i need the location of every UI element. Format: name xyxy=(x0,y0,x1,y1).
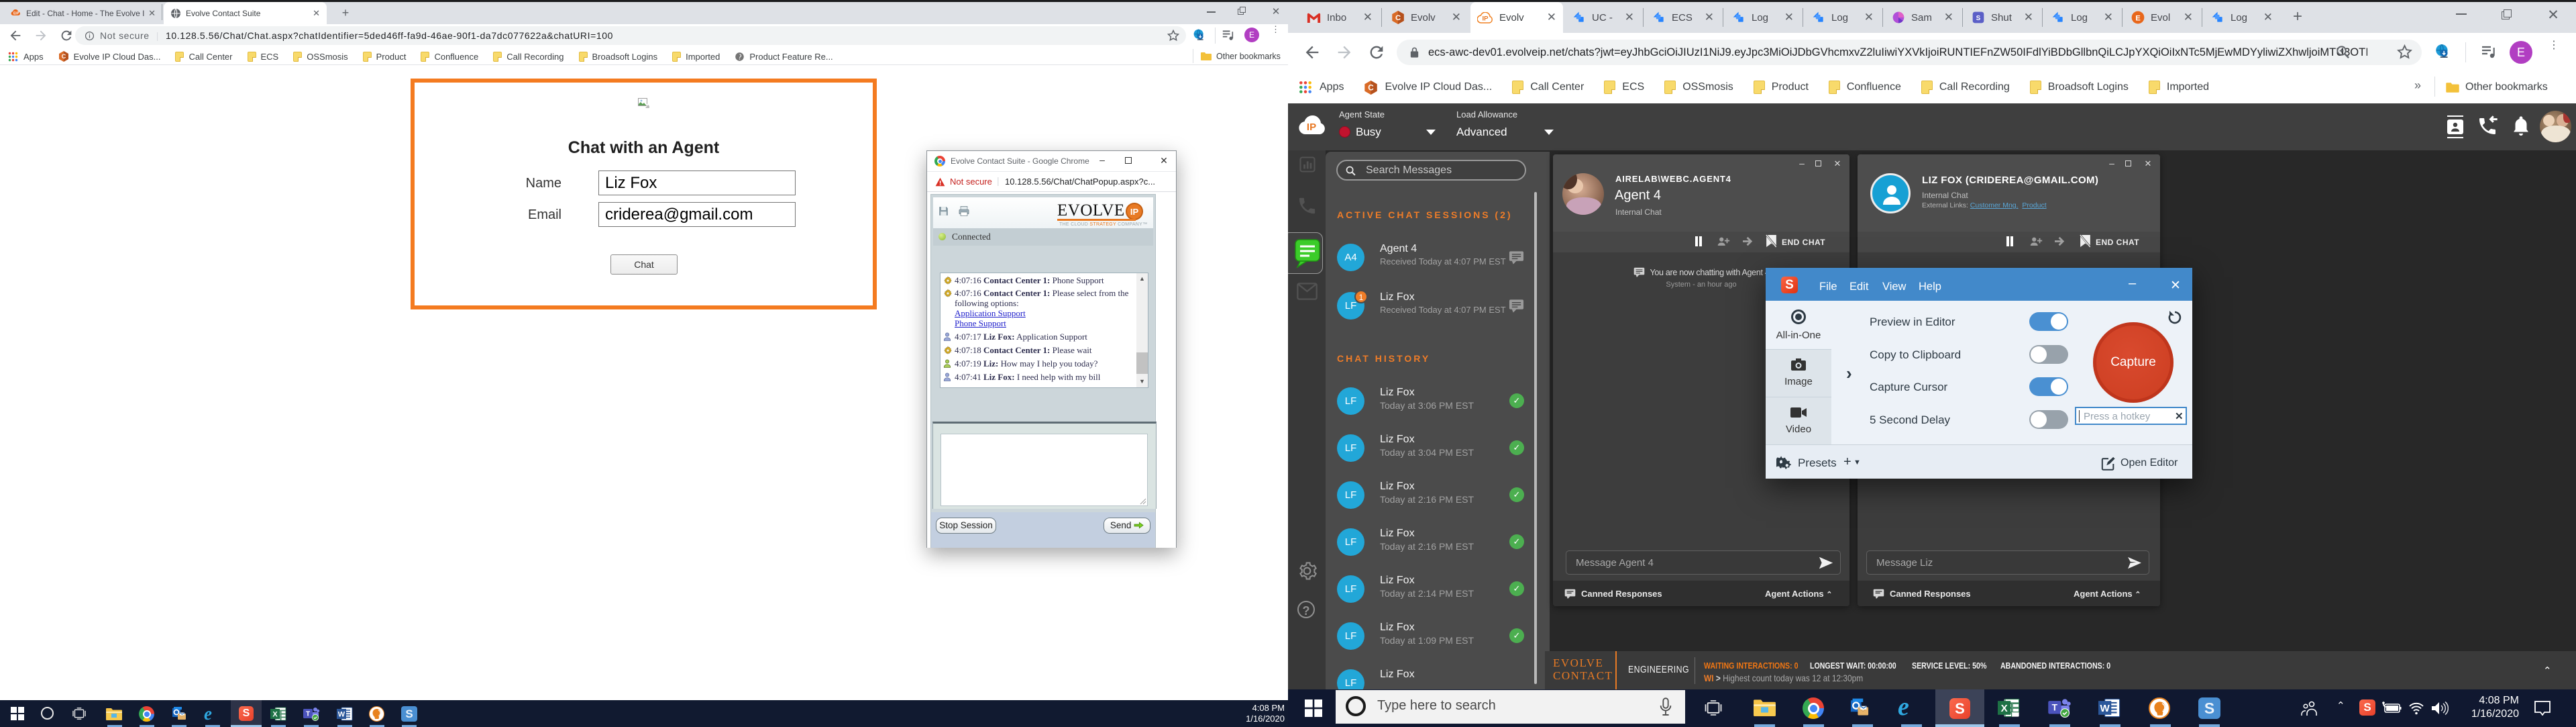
svg-text:S: S xyxy=(1976,15,1981,22)
svg-text:IP: IP xyxy=(1483,15,1489,22)
svg-text:T: T xyxy=(2052,703,2058,713)
svg-text:EIP: EIP xyxy=(13,11,19,15)
svg-text:C: C xyxy=(1368,83,1375,92)
svg-text:C: C xyxy=(1395,14,1401,22)
svg-text:X: X xyxy=(272,711,278,719)
svg-text:E: E xyxy=(2135,14,2141,22)
svg-text:X: X xyxy=(2001,703,2008,714)
svg-text:W: W xyxy=(2100,703,2110,714)
svg-text:T: T xyxy=(306,711,310,718)
svg-text:C: C xyxy=(61,53,66,60)
svg-text:IP: IP xyxy=(1307,122,1316,133)
svg-text:W: W xyxy=(338,711,345,719)
